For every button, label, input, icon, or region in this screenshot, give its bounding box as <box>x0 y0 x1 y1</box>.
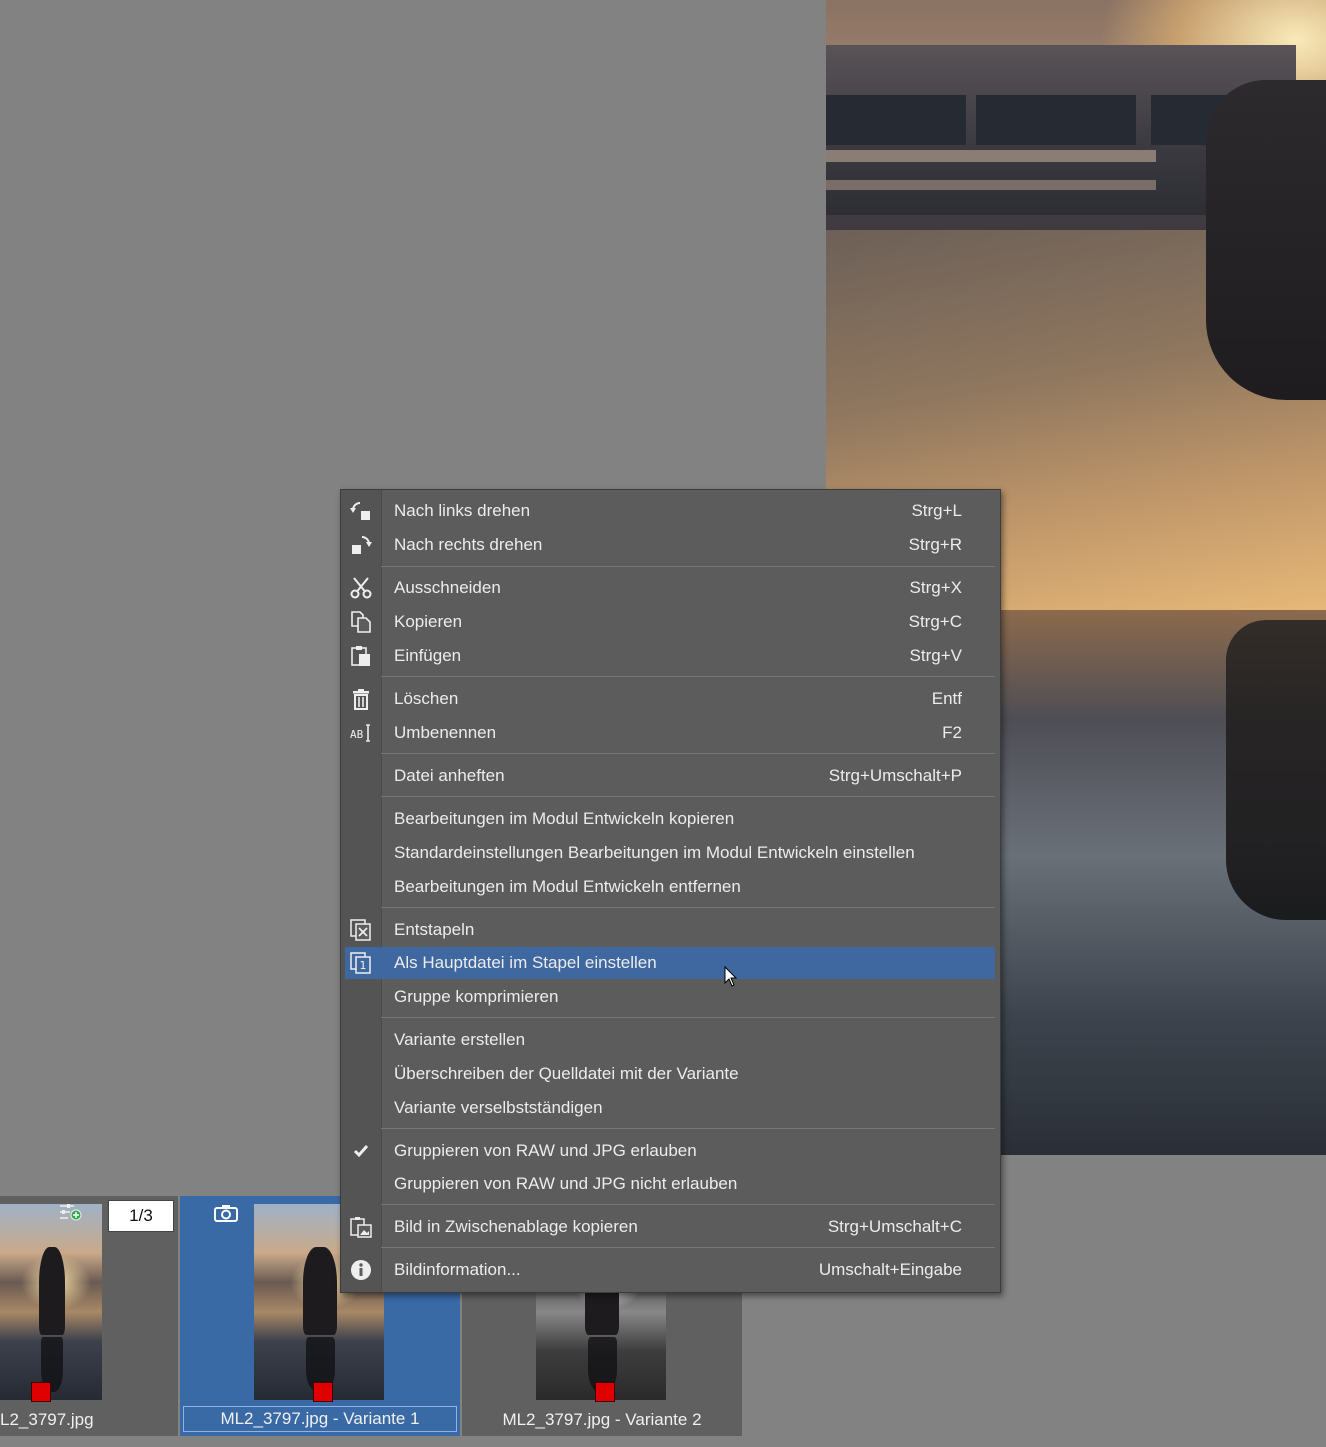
thumbnail-filename: L2_3797.jpg <box>0 1410 94 1429</box>
filmstrip-thumb[interactable]: L2_3797.jpg <box>0 1196 178 1436</box>
mouse-pointer-icon <box>724 966 738 987</box>
thumbnail-filename: ML2_3797.jpg - Variante 2 <box>502 1410 702 1429</box>
menu-item-copy[interactable]: Kopieren Strg+C <box>345 606 995 638</box>
stack-counter-badge[interactable]: 1/3 <box>108 1200 174 1232</box>
menu-item-compress-group[interactable]: Gruppe komprimieren <box>345 981 995 1013</box>
scissors-icon <box>350 577 372 599</box>
menu-separator <box>381 1128 995 1129</box>
clipboard-image-icon <box>350 1217 372 1238</box>
menu-item-copy-image-clipboard[interactable]: Bild in Zwischenablage kopieren Strg+Ums… <box>345 1211 995 1243</box>
menu-item-copy-develop-edits[interactable]: Bearbeitungen im Modul Entwickeln kopier… <box>345 803 995 835</box>
photo-person-reflection <box>1226 620 1326 920</box>
color-label-red <box>31 1382 51 1402</box>
menu-item-default-develop-edits[interactable]: Standardeinstellungen Bearbeitungen im M… <box>345 837 995 869</box>
rotate-left-icon <box>350 502 370 520</box>
photo-window <box>976 95 1136 145</box>
thumbnail-image <box>0 1204 102 1400</box>
thumbnail-filename: ML2_3797.jpg - Variante 1 <box>183 1406 457 1432</box>
rename-icon: AB <box>350 724 370 742</box>
camera-icon <box>214 1205 238 1222</box>
menu-item-detach-variant[interactable]: Variante verselbstständigen <box>345 1092 995 1124</box>
rotate-right-icon <box>352 536 372 554</box>
menu-item-rename[interactable]: AB Umbenennen F2 <box>345 717 995 749</box>
menu-item-create-variant[interactable]: Variante erstellen <box>345 1024 995 1056</box>
menu-separator <box>381 676 995 677</box>
menu-item-delete[interactable]: Löschen Entf <box>345 683 995 715</box>
menu-item-allow-raw-jpg-grouping[interactable]: Gruppieren von RAW und JPG erlauben <box>345 1135 995 1167</box>
menu-item-disallow-raw-jpg-grouping[interactable]: Gruppieren von RAW und JPG nicht erlaube… <box>345 1168 995 1200</box>
menu-item-rotate-right[interactable]: Nach rechts drehen Strg+R <box>345 529 995 561</box>
menu-item-pin-file[interactable]: Datei anheften Strg+Umschalt+P <box>345 760 995 792</box>
photo-person <box>1206 80 1326 400</box>
menu-separator <box>381 1017 995 1018</box>
trash-icon <box>353 689 369 710</box>
menu-item-cut[interactable]: Ausschneiden Strg+X <box>345 572 995 604</box>
photo-railing <box>826 180 1156 190</box>
copy-icon <box>351 611 371 633</box>
thumbnail-figure <box>38 1247 66 1336</box>
context-menu: Nach links drehen Strg+L Nach rechts dre… <box>340 489 1001 1293</box>
stack-main-icon: 1 <box>350 952 371 974</box>
menu-item-rotate-left[interactable]: Nach links drehen Strg+L <box>345 495 995 527</box>
menu-separator <box>381 1204 995 1205</box>
menu-item-set-stack-main[interactable]: 1 Als Hauptdatei im Stapel einstellen <box>345 947 995 979</box>
color-label-red <box>313 1382 333 1402</box>
menu-separator <box>381 1247 995 1248</box>
thumbnail-figure <box>303 1247 338 1336</box>
paste-icon <box>351 646 370 666</box>
unstack-icon <box>350 919 371 941</box>
adjustments-added-icon <box>60 1204 82 1221</box>
menu-separator <box>381 566 995 567</box>
menu-item-unstack[interactable]: Entstapeln <box>345 914 995 946</box>
info-icon <box>351 1260 371 1280</box>
menu-separator <box>381 796 995 797</box>
menu-separator <box>381 753 995 754</box>
svg-text:AB: AB <box>350 728 364 741</box>
menu-item-image-info[interactable]: Bildinformation... Umschalt+Eingabe <box>345 1254 995 1286</box>
checkmark-icon <box>353 1145 369 1158</box>
menu-item-remove-develop-edits[interactable]: Bearbeitungen im Modul Entwickeln entfer… <box>345 871 995 903</box>
photo-railing <box>826 150 1156 162</box>
menu-item-overwrite-source[interactable]: Überschreiben der Quelldatei mit der Var… <box>345 1058 995 1090</box>
color-label-red <box>595 1382 615 1402</box>
menu-item-paste[interactable]: Einfügen Strg+V <box>345 640 995 672</box>
photo-window <box>826 95 966 145</box>
menu-separator <box>381 907 995 908</box>
svg-text:1: 1 <box>360 959 367 972</box>
